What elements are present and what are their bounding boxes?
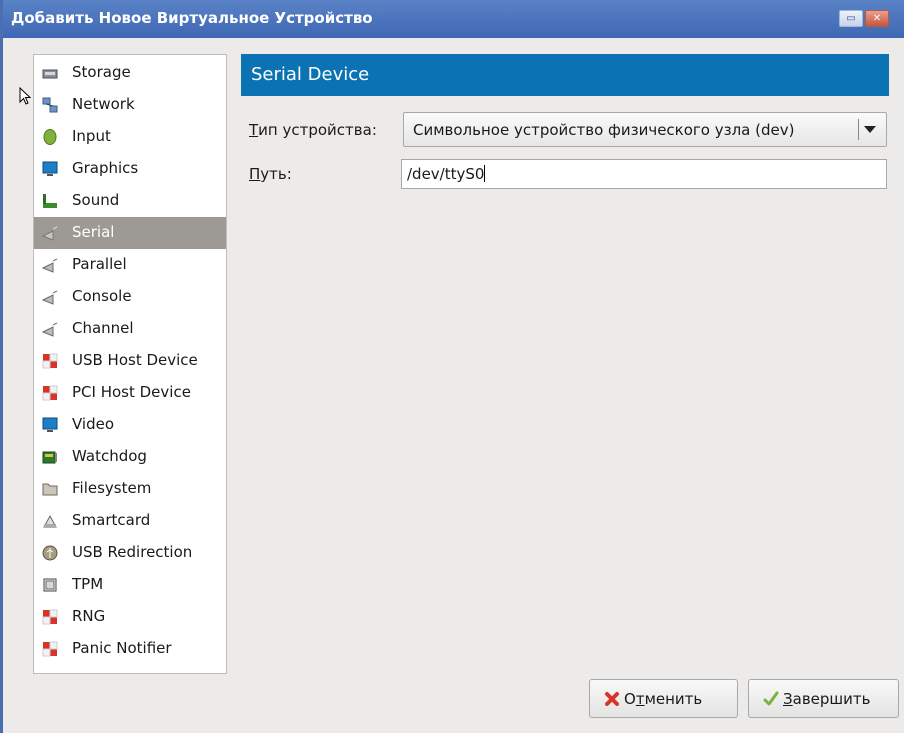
panic-notifier-icon bbox=[42, 641, 58, 657]
sidebar-item-smartcard[interactable]: Smartcard bbox=[34, 505, 226, 537]
checkmark-icon bbox=[763, 691, 779, 706]
serial-icon bbox=[42, 226, 58, 241]
path-label-mnemonic: П bbox=[249, 165, 261, 183]
parallel-icon bbox=[42, 258, 58, 273]
sidebar-item-label: Storage bbox=[72, 63, 131, 81]
sidebar-item-label: Network bbox=[72, 95, 135, 113]
finish-button-label: Завершить bbox=[783, 690, 871, 708]
sidebar-item-channel[interactable]: Channel bbox=[34, 313, 226, 345]
watchdog-icon bbox=[42, 451, 57, 464]
channel-icon bbox=[42, 322, 58, 337]
device-type-label-mnemonic: Т bbox=[249, 121, 259, 139]
video-icon bbox=[42, 417, 58, 432]
sidebar-item-label: Sound bbox=[72, 191, 120, 209]
sidebar-item-label: Parallel bbox=[72, 255, 127, 273]
path-input-value: /dev/ttyS0 bbox=[407, 165, 485, 183]
close-icon: ✕ bbox=[872, 13, 882, 24]
input-icon bbox=[43, 129, 57, 145]
section-header: Serial Device bbox=[241, 54, 889, 96]
sidebar-item-video[interactable]: Video bbox=[34, 409, 226, 441]
device-type-value: Символьное устройство физического узла (… bbox=[413, 121, 795, 139]
window-title: Добавить Новое Виртуальное Устройство bbox=[11, 9, 373, 27]
sidebar-item-rng[interactable]: RNG bbox=[34, 601, 226, 633]
sidebar-item-storage[interactable]: Storage bbox=[34, 57, 226, 89]
minimize-icon: ▭ bbox=[846, 13, 856, 24]
dropdown-arrow-icon[interactable] bbox=[864, 126, 876, 133]
mouse-cursor-icon bbox=[19, 87, 31, 105]
sidebar-item-label: Watchdog bbox=[72, 447, 147, 465]
path-label: Путь: bbox=[249, 165, 292, 183]
sidebar-item-usb-redirection[interactable]: USB Redirection bbox=[34, 537, 226, 569]
sidebar-item-filesystem[interactable]: Filesystem bbox=[34, 473, 226, 505]
sidebar-item-graphics[interactable]: Graphics bbox=[34, 153, 226, 185]
sidebar-item-label: Filesystem bbox=[72, 479, 152, 497]
sidebar-item-console[interactable]: Console bbox=[34, 281, 226, 313]
sidebar-item-label: Panic Notifier bbox=[72, 639, 172, 657]
sidebar-item-serial[interactable]: Serial bbox=[34, 217, 226, 249]
console-icon bbox=[42, 290, 58, 305]
path-input[interactable]: /dev/ttyS0 bbox=[401, 159, 887, 189]
sidebar-item-tpm[interactable]: TPM bbox=[34, 569, 226, 601]
sidebar-item-label: Channel bbox=[72, 319, 134, 337]
sidebar-item-label: Input bbox=[72, 127, 111, 145]
text-caret bbox=[484, 165, 486, 182]
sidebar-item-label: Graphics bbox=[72, 159, 139, 177]
dropdown-separator bbox=[858, 119, 859, 140]
smartcard-icon bbox=[43, 514, 57, 528]
minimize-button[interactable]: ▭ bbox=[839, 10, 863, 27]
tpm-icon bbox=[43, 578, 57, 592]
sidebar-item-label: USB Host Device bbox=[72, 351, 198, 369]
sidebar-item-parallel[interactable]: Parallel bbox=[34, 249, 226, 281]
sidebar-item-network[interactable]: Network bbox=[34, 89, 226, 121]
sidebar-item-watchdog[interactable]: Watchdog bbox=[34, 441, 226, 473]
sidebar-item-label: Video bbox=[72, 415, 115, 433]
sidebar-item-label: RNG bbox=[72, 607, 106, 625]
sidebar-item-pci-host-device[interactable]: PCI Host Device bbox=[34, 377, 226, 409]
storage-icon bbox=[42, 69, 58, 79]
path-label-text: уть: bbox=[260, 165, 292, 183]
sidebar-item-label: Console bbox=[72, 287, 132, 305]
usb-host-device-icon bbox=[42, 353, 58, 369]
sidebar-item-panic-notifier[interactable]: Panic Notifier bbox=[34, 633, 226, 665]
device-type-label: Тип устройства: bbox=[249, 121, 377, 139]
filesystem-icon bbox=[42, 483, 58, 496]
sidebar-item-label: USB Redirection bbox=[72, 543, 193, 561]
sidebar-item-input[interactable]: Input bbox=[34, 121, 226, 153]
title-bar[interactable]: Добавить Новое Виртуальное Устройство ▭ … bbox=[3, 0, 904, 38]
sidebar-item-label: TPM bbox=[72, 575, 104, 593]
close-button[interactable]: ✕ bbox=[865, 10, 889, 27]
graphics-icon bbox=[42, 161, 58, 176]
rng-icon bbox=[42, 609, 58, 625]
pci-host-device-icon bbox=[42, 385, 58, 401]
finish-button[interactable]: Завершить bbox=[748, 679, 899, 718]
sidebar-item-label: Serial bbox=[72, 223, 115, 241]
device-type-dropdown[interactable]: Символьное устройство физического узла (… bbox=[403, 112, 887, 147]
sidebar-item-label: PCI Host Device bbox=[72, 383, 191, 401]
sound-icon bbox=[43, 194, 57, 208]
section-title: Serial Device bbox=[251, 64, 370, 85]
cancel-button[interactable]: Отменить bbox=[589, 679, 738, 718]
cancel-icon bbox=[605, 692, 619, 706]
device-type-label-text: ип устройства: bbox=[258, 121, 377, 139]
dialog-window: Добавить Новое Виртуальное Устройство ▭ … bbox=[0, 0, 904, 733]
sidebar-item-label: Smartcard bbox=[72, 511, 151, 529]
cancel-button-label: Отменить bbox=[624, 690, 703, 708]
sidebar-item-usb-host-device[interactable]: USB Host Device bbox=[34, 345, 226, 377]
device-type-list: Storage Network Input Graphics Sound Ser… bbox=[33, 54, 227, 674]
network-icon bbox=[42, 97, 58, 113]
sidebar-item-sound[interactable]: Sound bbox=[34, 185, 226, 217]
usb-redirection-icon bbox=[42, 545, 58, 561]
